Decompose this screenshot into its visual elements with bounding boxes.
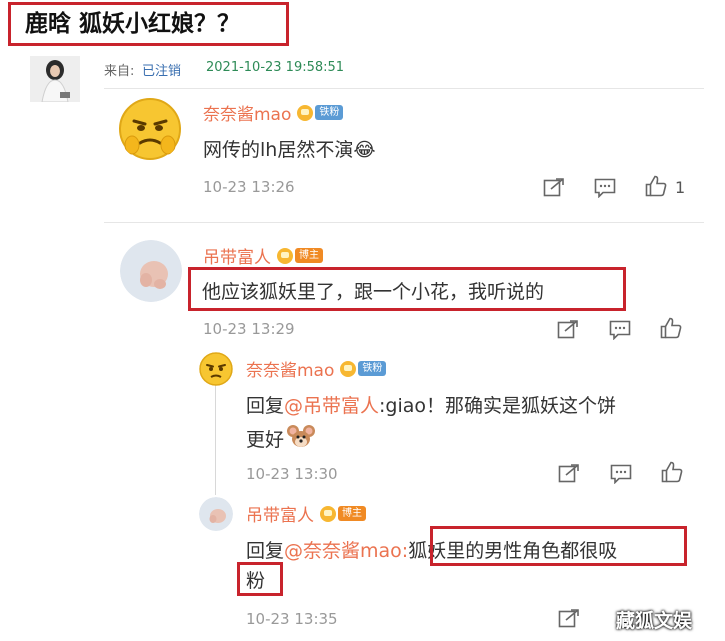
- comment-2-username[interactable]: 吊带富人: [203, 243, 271, 268]
- comment-1-avatar[interactable]: [118, 97, 182, 161]
- reply-1-time: 10-23 13:30: [246, 465, 338, 483]
- comment-divider: [104, 222, 704, 223]
- reply-2-time: 10-23 13:35: [246, 610, 338, 628]
- comment-icon[interactable]: [594, 178, 616, 198]
- author-badge: 博主: [320, 505, 366, 522]
- fan-badge: 铁粉: [340, 360, 387, 377]
- share-icon[interactable]: [558, 463, 580, 483]
- mention-link[interactable]: @奈奈酱mao:: [284, 540, 408, 562]
- reply-1-text: :giao！那确实是狐妖这个饼: [379, 395, 617, 417]
- share-icon[interactable]: [543, 177, 565, 197]
- author-badge: 博主: [277, 247, 323, 264]
- post-title: 鹿晗 狐妖小红娘？？: [8, 2, 289, 46]
- reply-prefix: 回复: [246, 540, 285, 562]
- crown-icon: [340, 360, 357, 377]
- like-icon[interactable]: [661, 461, 683, 483]
- jerry-mouse-emoji-icon: [286, 423, 316, 454]
- post-timestamp: 2021-10-23 19:58:51: [206, 60, 345, 75]
- comment-1-username[interactable]: 奈奈酱mao: [203, 100, 291, 125]
- reply-prefix: 回复: [246, 395, 285, 417]
- reply-1-header: 奈奈酱mao 铁粉: [246, 356, 387, 381]
- fan-badge: 铁粉: [297, 104, 344, 121]
- reply-1-line1: 回复@吊带富人:giao！那确实是狐妖这个饼: [246, 391, 616, 418]
- like-icon[interactable]: [645, 175, 667, 197]
- highlight-box: [430, 526, 687, 566]
- comment-1-header: 奈奈酱mao 铁粉: [203, 100, 344, 125]
- crown-icon: [277, 247, 293, 264]
- reply-2-username[interactable]: 吊带富人: [246, 501, 314, 526]
- reply-2-header: 吊带富人 博主: [246, 501, 366, 526]
- comment-1-text-row: 网传的lh居然不演😂: [203, 135, 376, 162]
- mention-link[interactable]: @吊带富人: [284, 395, 379, 417]
- reply-1-line2: 更好: [246, 423, 316, 454]
- comment-2-time: 10-23 13:29: [203, 320, 295, 338]
- share-icon[interactable]: [558, 608, 580, 628]
- reply-thread-line: [215, 385, 216, 495]
- source-label: 来自:: [104, 64, 135, 79]
- comment-1-like-count: 1: [675, 178, 686, 197]
- reply-1-username[interactable]: 奈奈酱mao: [246, 356, 334, 381]
- comment-2-text: 他应该狐妖里了，跟一个小花，我听说的: [202, 281, 545, 303]
- crown-icon: [320, 505, 336, 522]
- poster-avatar[interactable]: [30, 56, 80, 102]
- reply-1-avatar[interactable]: [199, 352, 233, 386]
- source-account-link[interactable]: 已注销: [142, 60, 181, 79]
- comment-icon[interactable]: [609, 320, 631, 340]
- like-icon[interactable]: [660, 317, 682, 339]
- comment-icon[interactable]: [610, 464, 632, 484]
- comment-2-header: 吊带富人 博主: [203, 243, 323, 268]
- comment-1-text: 网传的lh居然不演: [203, 139, 354, 161]
- reply-2-avatar[interactable]: [199, 497, 233, 531]
- share-icon[interactable]: [557, 319, 579, 339]
- crown-icon: [297, 104, 314, 121]
- comment-2-avatar[interactable]: [120, 240, 182, 302]
- laughing-emoji-icon: 😂: [353, 139, 376, 161]
- meta-divider: [104, 88, 704, 89]
- reply-2-line2: 粉: [246, 570, 266, 592]
- watermark: 藏狐文娱: [616, 610, 693, 632]
- comment-1-time: 10-23 13:26: [203, 178, 295, 196]
